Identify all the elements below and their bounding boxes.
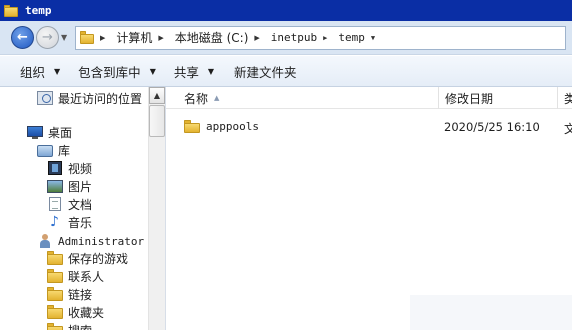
user-icon	[37, 234, 53, 248]
nav-item-recent[interactable]: 最近访问的位置	[37, 89, 142, 107]
file-date: 2020/5/25 16:10	[444, 120, 540, 134]
desktop-icon	[27, 125, 43, 139]
back-button[interactable]: ←	[11, 26, 34, 49]
title-bar: temp	[0, 0, 572, 21]
music-note-icon: ♪	[50, 214, 59, 230]
breadcrumb-inetpub[interactable]: inetpub ▶	[271, 31, 333, 44]
scroll-thumb[interactable]	[149, 105, 165, 137]
chevron-right-icon: ▶	[158, 33, 164, 42]
chevron-right-icon: ▶	[100, 33, 106, 42]
column-header-type[interactable]: 类	[559, 87, 572, 109]
chevron-down-icon: ▼	[54, 66, 61, 76]
chevron-down-icon: ▼	[207, 66, 215, 76]
nav-item-videos[interactable]: 视频	[47, 159, 92, 177]
saved-games-icon	[47, 251, 63, 265]
file-type: 文	[564, 122, 572, 136]
contacts-icon	[47, 269, 63, 283]
nav-item-libraries[interactable]: 库	[37, 141, 70, 159]
breadcrumb-temp[interactable]: temp ▼	[338, 31, 380, 44]
recent-places-icon	[37, 91, 53, 105]
content-area-blank	[410, 295, 572, 330]
search-folder-icon	[47, 323, 63, 330]
chevron-right-icon: ▶	[254, 33, 260, 42]
breadcrumb-root-arrow[interactable]: ▶	[100, 34, 110, 42]
back-arrow-icon: ←	[17, 30, 28, 45]
file-name: apppools	[206, 120, 259, 133]
address-row: ← → ▼ ▶ 计算机 ▶ 本地磁盘 (C:) ▶ inetpub ▶ temp ▼	[0, 21, 572, 55]
command-bar: 组织 ▼ 包含到库中 ▼ 共享 ▼ 新建文件夹	[0, 56, 572, 87]
nav-item-documents[interactable]: 文档	[47, 195, 92, 213]
nav-item-desktop[interactable]: 桌面	[27, 123, 72, 141]
nav-item-saved-games[interactable]: 保存的游戏	[47, 249, 128, 267]
favorites-icon	[47, 305, 63, 319]
nav-item-links[interactable]: 链接	[47, 285, 92, 303]
new-folder-button[interactable]: 新建文件夹	[234, 62, 297, 81]
chevron-up-icon: ▲	[153, 91, 161, 100]
breadcrumb-local-disk[interactable]: 本地磁盘 (C:) ▶	[175, 29, 265, 46]
organize-button[interactable]: 组织 ▼	[20, 62, 60, 81]
navigation-pane: 最近访问的位置 桌面 库 视频 图片 文档 ♪ 音乐 Administrator…	[0, 87, 166, 330]
document-icon	[47, 197, 63, 211]
column-headers: 名称 ▲ 修改日期 类	[166, 87, 572, 109]
window-title: temp	[25, 4, 52, 17]
nav-item-searches[interactable]: 搜索	[47, 321, 92, 330]
sort-ascending-icon: ▲	[214, 94, 220, 102]
share-button[interactable]: 共享 ▼	[174, 62, 214, 81]
file-row[interactable]: apppools 2020/5/25 16:10 文	[166, 117, 572, 137]
navigation-scrollbar[interactable]: ▲	[148, 87, 165, 330]
chevron-down-icon: ▼	[370, 33, 376, 42]
forward-button[interactable]: →	[36, 26, 59, 49]
library-icon	[37, 143, 53, 157]
links-icon	[47, 287, 63, 301]
folder-icon	[184, 120, 200, 133]
picture-icon	[47, 179, 63, 193]
folder-icon	[4, 4, 18, 17]
nav-item-user[interactable]: Administrator	[37, 232, 144, 250]
include-in-library-button[interactable]: 包含到库中 ▼	[78, 62, 156, 81]
recent-pages-dropdown[interactable]: ▼	[61, 33, 71, 42]
chevron-down-icon: ▼	[149, 66, 156, 76]
folder-icon	[80, 31, 94, 44]
nav-item-music[interactable]: ♪ 音乐	[47, 213, 92, 231]
column-header-name[interactable]: 名称 ▲	[166, 87, 439, 109]
nav-item-contacts[interactable]: 联系人	[47, 267, 104, 285]
video-icon	[47, 161, 63, 175]
breadcrumb-computer[interactable]: 计算机 ▶	[116, 29, 168, 46]
nav-item-favorites[interactable]: 收藏夹	[47, 303, 104, 321]
forward-arrow-icon: →	[42, 30, 53, 45]
nav-item-pictures[interactable]: 图片	[47, 177, 92, 195]
column-header-date[interactable]: 修改日期	[439, 87, 558, 109]
address-bar[interactable]: ▶ 计算机 ▶ 本地磁盘 (C:) ▶ inetpub ▶ temp ▼	[75, 25, 566, 50]
chevron-right-icon: ▶	[323, 33, 328, 42]
scroll-up-button[interactable]: ▲	[149, 87, 165, 104]
